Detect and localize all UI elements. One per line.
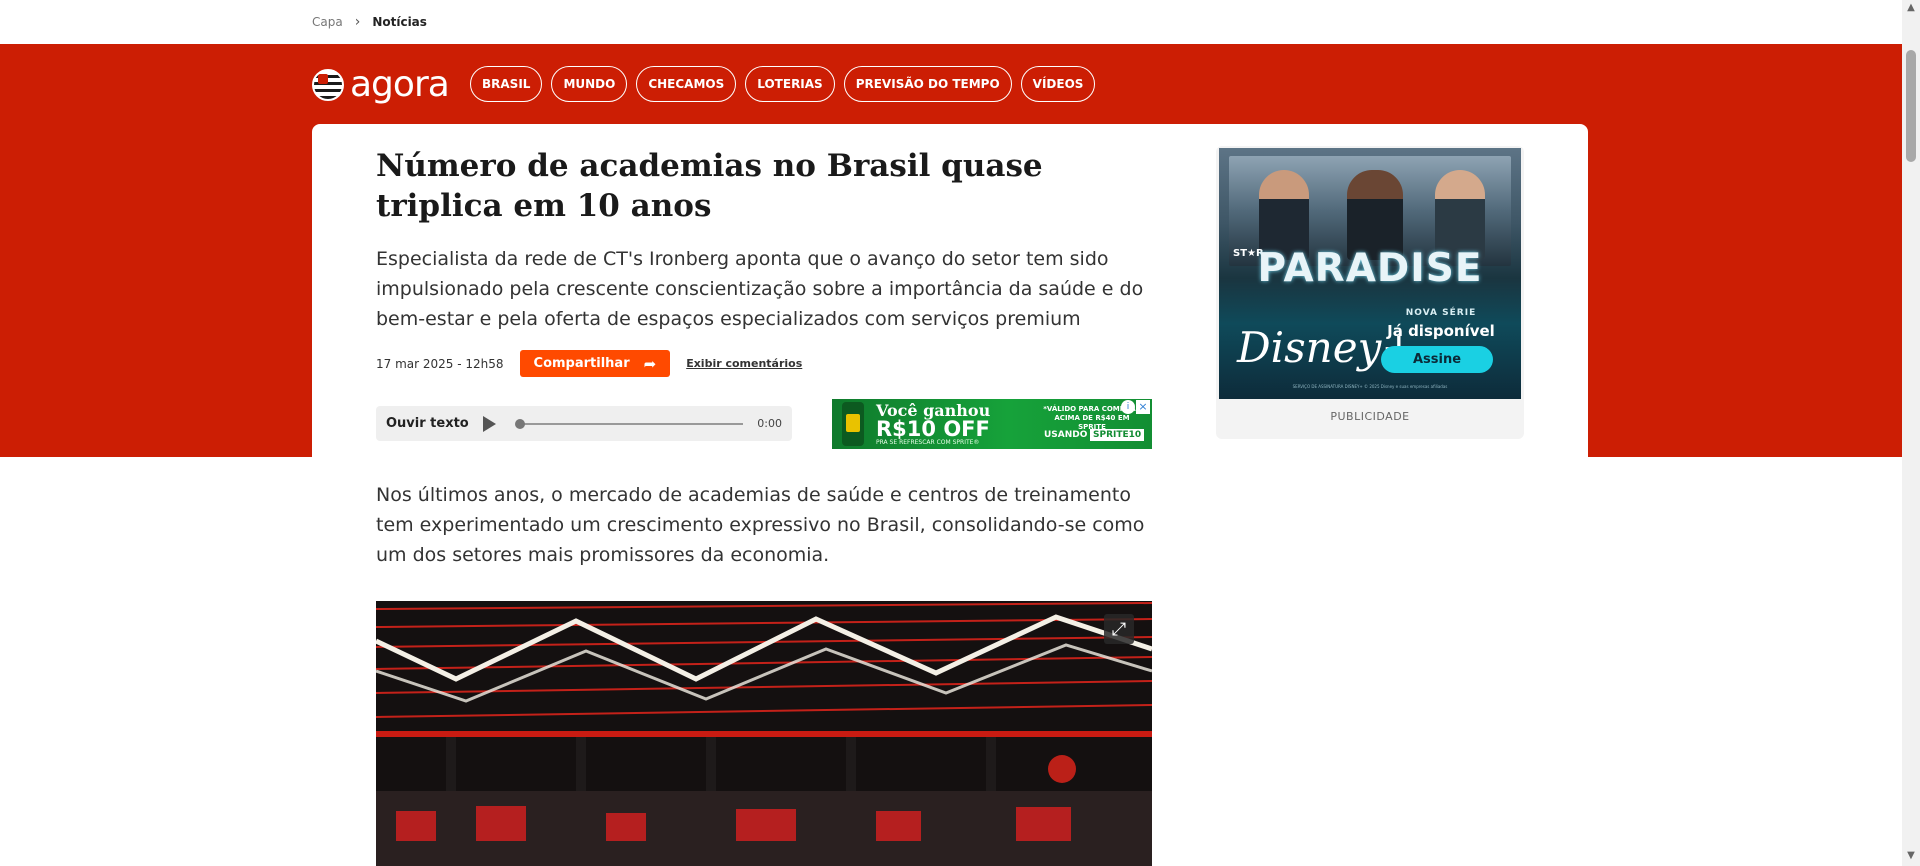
share-button[interactable]: Compartilhar ➦	[519, 350, 671, 377]
article-title: Número de academias no Brasil quase trip…	[376, 148, 1043, 224]
sprite-ad-amount: R$10 OFF	[876, 417, 990, 441]
nav-item-loterias[interactable]: LOTERIAS	[745, 66, 835, 102]
logo-text: agora	[350, 64, 450, 105]
paradise-available: Já disponível	[1387, 322, 1495, 340]
sprite-ad-coupon-code: SPRITE10	[1090, 429, 1145, 441]
scrollbar-thumb[interactable]	[1906, 50, 1916, 162]
article-image[interactable]	[376, 601, 1152, 866]
sprite-can-image	[842, 402, 864, 446]
scroll-up-icon[interactable]: ▲	[1902, 2, 1920, 16]
article-date: 17 mar 2025 - 12h58	[376, 356, 504, 371]
play-icon[interactable]	[482, 415, 496, 432]
expand-icon[interactable]: ⤢	[1104, 614, 1134, 644]
nav-item-mundo[interactable]: MUNDO	[551, 66, 628, 102]
article-meta: 17 mar 2025 - 12h58 Compartilhar ➦ Exibi…	[376, 350, 802, 377]
article-paragraph: Nos últimos anos, o mercado de academias…	[376, 484, 1145, 566]
paradise-ad[interactable]: ST★R PARADISE Disney+ NOVA SÉRIE Já disp…	[1219, 148, 1521, 399]
nav-item-checamos[interactable]: CHECAMOS	[636, 66, 737, 102]
logo-flag-icon	[312, 69, 344, 101]
scroll-down-icon[interactable]: ▼	[1902, 850, 1920, 864]
main-nav: BRASIL MUNDO CHECAMOS LOTERIAS PREVISÃO …	[470, 66, 1096, 102]
chevron-right-icon: ›	[354, 14, 361, 30]
breadcrumb-home-link[interactable]: Capa	[312, 15, 343, 29]
breadcrumb-current[interactable]: Notícias	[372, 15, 427, 29]
ad-info-icon[interactable]: i	[1121, 400, 1135, 414]
nav-item-previsao-do-tempo[interactable]: PREVISÃO DO TEMPO	[843, 66, 1012, 102]
scrollbar[interactable]: ▲ ▼	[1902, 0, 1920, 866]
paradise-nova-serie: NOVA SÉRIE	[1405, 308, 1477, 318]
sprite-banner-ad[interactable]: Você ganhou R$10 OFF PRA SE REFRESCAR CO…	[832, 399, 1152, 449]
article-subtitle: Especialista da rede de CT's Ironberg ap…	[376, 248, 1144, 330]
audio-label: Ouvir texto	[386, 416, 469, 431]
audio-progress-track[interactable]	[514, 418, 744, 429]
share-arrow-icon: ➦	[643, 354, 657, 373]
breadcrumb: Capa › Notícias	[312, 0, 427, 44]
ad-label: PUBLICIDADE	[1330, 410, 1410, 423]
site-logo[interactable]: agora	[312, 64, 450, 105]
audio-progress-knob[interactable]	[514, 418, 525, 429]
share-button-label: Compartilhar	[533, 356, 630, 371]
subscribe-button[interactable]: Assine	[1381, 346, 1493, 373]
paradise-title: PARADISE	[1257, 246, 1483, 291]
paradise-fine-print: SERVIÇO DE ASSINATURA DISNEY+ © 2025 Dis…	[1292, 384, 1448, 389]
sprite-ad-small: PRA SE REFRESCAR COM SPRITE®	[876, 439, 980, 446]
audio-player: Ouvir texto 0:00	[376, 406, 792, 441]
nav-item-brasil[interactable]: BRASIL	[470, 66, 543, 102]
audio-time: 0:00	[757, 417, 782, 430]
ad-close-icon[interactable]: ×	[1136, 400, 1150, 414]
nav-item-videos[interactable]: VÍDEOS	[1020, 66, 1096, 102]
show-comments-link[interactable]: Exibir comentários	[686, 357, 802, 370]
gym-illustration	[376, 601, 1152, 866]
